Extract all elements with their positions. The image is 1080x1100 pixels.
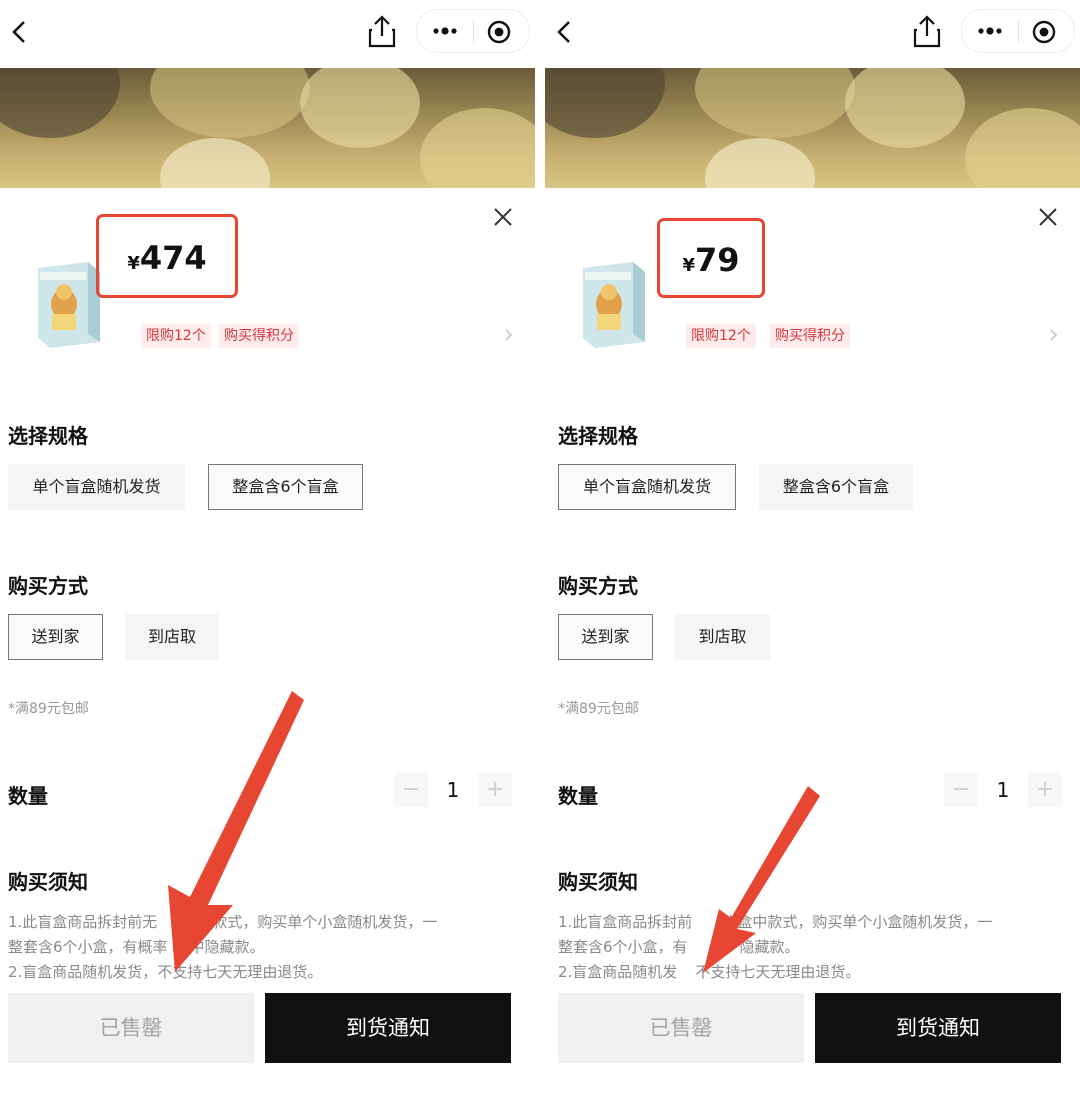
- quantity-label: 数量: [558, 784, 598, 808]
- notice-text: 1.此盲盒商品拆封前无 中款式，购买单个小盒随机发货，一 整套含6个小盒，有概率中…: [8, 913, 438, 981]
- share-icon[interactable]: [364, 12, 400, 50]
- soldout-button[interactable]: 已售罄: [8, 993, 254, 1063]
- chevron-right-icon[interactable]: [1047, 326, 1059, 344]
- quantity-minus-button[interactable]: −: [944, 773, 978, 807]
- product-sheet-left: ¥474 限购12个 购买得积分 选择规格 单个盲盒随机发货 整盒含6个盲盒 购…: [0, 0, 535, 1100]
- option-home-delivery[interactable]: 送到家: [8, 614, 103, 660]
- restock-notify-button[interactable]: 到货通知: [265, 993, 511, 1063]
- capsule-divider: [1018, 20, 1019, 42]
- chevron-right-icon[interactable]: [502, 326, 514, 344]
- mini-program-capsule: [416, 9, 530, 53]
- option-store-pickup[interactable]: 到店取: [675, 614, 770, 660]
- mini-program-capsule: [961, 9, 1075, 53]
- close-icon[interactable]: [1037, 206, 1059, 228]
- notice-title: 购买须知: [558, 870, 638, 894]
- back-icon[interactable]: [553, 14, 581, 50]
- product-sheet-right: ¥79 限购12个 购买得积分 选择规格 单个盲盒随机发货 整盒含6个盲盒 购买…: [545, 0, 1080, 1100]
- spec-option-single[interactable]: 单个盲盒随机发货: [8, 464, 185, 510]
- notice-title: 购买须知: [8, 870, 88, 894]
- price-text: ¥79: [682, 241, 740, 279]
- option-store-pickup[interactable]: 到店取: [125, 614, 219, 660]
- spec-option-box[interactable]: 整盒含6个盲盒: [208, 464, 363, 510]
- shipping-note: *满89元包邮: [558, 701, 639, 717]
- target-icon[interactable]: [485, 18, 513, 46]
- purchase-limit-tag: 限购12个: [141, 324, 211, 348]
- option-home-delivery[interactable]: 送到家: [558, 614, 653, 660]
- product-banner-image: [0, 68, 535, 188]
- quantity-plus-button[interactable]: +: [478, 773, 512, 807]
- product-thumbnail: [38, 262, 100, 348]
- product-banner-image: [545, 68, 1080, 188]
- purchase-method-title: 购买方式: [558, 574, 638, 598]
- quantity-value: 1: [996, 778, 1010, 802]
- product-thumbnail: [583, 262, 645, 348]
- more-icon[interactable]: [427, 20, 463, 42]
- back-icon[interactable]: [8, 14, 36, 50]
- quantity-minus-button[interactable]: −: [394, 773, 428, 807]
- restock-notify-button[interactable]: 到货通知: [815, 993, 1061, 1063]
- shipping-note: *满89元包邮: [8, 701, 89, 717]
- soldout-button[interactable]: 已售罄: [558, 993, 804, 1063]
- share-icon[interactable]: [909, 12, 945, 50]
- spec-option-single[interactable]: 单个盲盒随机发货: [558, 464, 736, 510]
- purchase-limit-tag: 限购12个: [686, 324, 756, 348]
- quantity-plus-button[interactable]: +: [1028, 773, 1062, 807]
- notice-text: 1.此盲盒商品拆封前 晓盒中款式，购买单个小盒随机发货，一 整套含6个小盒，有 隐藏…: [558, 913, 993, 981]
- top-nav-bar: [545, 0, 1080, 66]
- more-icon[interactable]: [972, 20, 1008, 42]
- target-icon[interactable]: [1030, 18, 1058, 46]
- price-highlight-box: ¥474: [96, 214, 238, 298]
- points-tag: 购买得积分: [219, 324, 299, 348]
- spec-option-box[interactable]: 整盒含6个盲盒: [759, 464, 913, 510]
- top-nav-bar: [0, 0, 535, 66]
- spec-title: 选择规格: [8, 424, 88, 448]
- purchase-method-title: 购买方式: [8, 574, 88, 598]
- quantity-value: 1: [446, 778, 460, 802]
- close-icon[interactable]: [492, 206, 514, 228]
- spec-title: 选择规格: [558, 424, 638, 448]
- quantity-label: 数量: [8, 784, 48, 808]
- points-tag: 购买得积分: [770, 324, 850, 348]
- price-text: ¥474: [127, 239, 207, 277]
- capsule-divider: [473, 20, 474, 42]
- price-highlight-box: ¥79: [657, 218, 765, 298]
